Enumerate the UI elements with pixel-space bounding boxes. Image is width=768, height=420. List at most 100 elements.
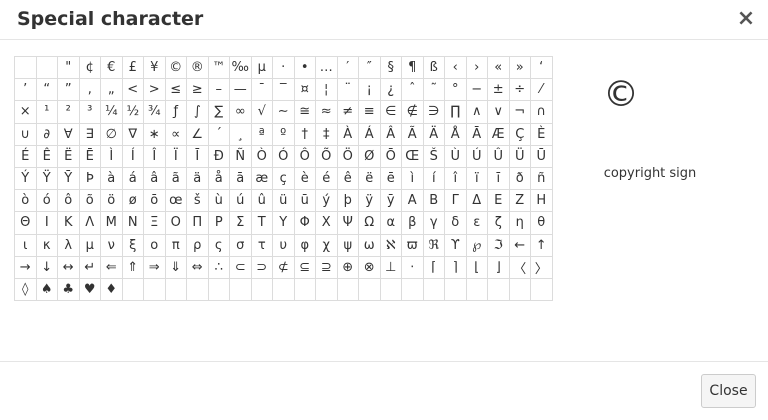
character-cell[interactable]: ψ (336, 233, 359, 257)
character-cell[interactable]: Î (143, 144, 166, 168)
character-cell[interactable]: Ó (272, 144, 295, 168)
character-cell[interactable]: Œ (401, 144, 424, 168)
character-cell[interactable]: ⌉ (444, 255, 467, 279)
character-cell[interactable]: γ (422, 211, 445, 235)
character-cell[interactable]: ℘ (465, 233, 488, 257)
character-cell[interactable]: ∞ (229, 100, 252, 124)
character-cell[interactable]: Ā (465, 122, 488, 146)
character-cell[interactable]: 〉 (530, 255, 553, 279)
character-cell[interactable]: „ (100, 78, 123, 102)
character-cell[interactable]: τ (250, 233, 273, 257)
character-cell[interactable]: £ (121, 55, 144, 80)
character-cell[interactable]: ⋅ (401, 255, 424, 279)
character-cell[interactable]: µ (250, 55, 273, 80)
character-cell[interactable]: ō (143, 189, 166, 213)
character-cell[interactable]: × (14, 100, 37, 124)
character-cell[interactable]: ª (250, 122, 273, 146)
character-cell[interactable]: √ (250, 100, 273, 124)
character-cell[interactable]: λ (57, 233, 80, 257)
character-cell[interactable]: ς (207, 233, 230, 257)
character-cell[interactable]: ∇ (121, 122, 144, 146)
character-cell[interactable]: ∩ (530, 100, 553, 124)
character-cell[interactable]: Ē (78, 144, 101, 168)
character-cell[interactable]: Δ (465, 189, 488, 213)
character-cell[interactable]: Ç (508, 122, 531, 146)
character-cell[interactable]: Ȳ (57, 166, 80, 191)
character-cell[interactable]: à (100, 166, 123, 191)
character-cell[interactable]: · (272, 55, 295, 80)
character-cell[interactable]: ⊃ (250, 255, 273, 279)
character-cell[interactable]: ∑ (207, 100, 230, 124)
character-cell[interactable]: ¦ (315, 78, 338, 102)
character-cell[interactable]: 〈 (508, 255, 531, 279)
character-cell[interactable]: Â (379, 122, 402, 146)
character-cell[interactable]: ≈ (315, 100, 338, 124)
character-cell[interactable]: Ο (164, 211, 187, 235)
character-cell[interactable]: ∈ (379, 100, 402, 124)
character-cell[interactable]: æ (250, 166, 273, 191)
character-cell[interactable]: ¶ (401, 55, 424, 80)
character-cell[interactable]: ∅ (100, 122, 123, 146)
character-cell[interactable]: ‹ (444, 55, 467, 80)
character-cell[interactable]: ↵ (78, 255, 101, 279)
character-cell[interactable]: á (121, 166, 144, 191)
character-cell[interactable]: ξ (121, 233, 144, 257)
character-cell[interactable]: ó (35, 189, 58, 213)
character-cell[interactable]: ¹ (35, 100, 58, 124)
character-cell[interactable]: Θ (14, 211, 37, 235)
character-cell[interactable]: ϒ (444, 233, 467, 257)
character-cell[interactable]: ι (14, 233, 37, 257)
character-cell[interactable]: Π (186, 211, 209, 235)
character-cell[interactable]: – (207, 78, 230, 102)
character-cell[interactable]: ∠ (186, 122, 209, 146)
character-cell[interactable]: Υ (272, 211, 295, 235)
character-cell[interactable]: ⊕ (336, 255, 359, 279)
character-cell[interactable]: õ (78, 189, 101, 213)
character-cell[interactable]: δ (444, 211, 467, 235)
character-cell[interactable]: Ã (401, 122, 424, 146)
character-cell[interactable]: ∉ (401, 100, 424, 124)
character-cell[interactable]: Þ (78, 166, 101, 191)
character-cell[interactable]: Ë (57, 144, 80, 168)
character-cell[interactable]: Ζ (508, 189, 531, 213)
character-cell[interactable]: ñ (530, 166, 553, 191)
character-cell[interactable]: ë (358, 166, 381, 191)
character-cell[interactable]: û (250, 189, 273, 213)
character-cell[interactable]: φ (293, 233, 316, 257)
character-cell[interactable]: ← (508, 233, 531, 257)
character-cell[interactable]: ⊥ (379, 255, 402, 279)
character-cell[interactable]: ε (465, 211, 488, 235)
character-cell[interactable]: — (229, 78, 252, 102)
character-cell[interactable]: Μ (100, 211, 123, 235)
character-cell[interactable]: ¥ (143, 55, 166, 80)
character-cell[interactable]: Κ (57, 211, 80, 235)
character-cell[interactable]: ′ (336, 55, 359, 80)
character-cell[interactable]: Ñ (229, 144, 252, 168)
character-cell[interactable]: À (336, 122, 359, 146)
character-cell[interactable]: ā (229, 166, 252, 191)
character-cell[interactable]: ú (229, 189, 252, 213)
character-cell[interactable]: η (508, 211, 531, 235)
character-cell[interactable]: ™ (207, 55, 230, 80)
character-cell[interactable]: ì (401, 166, 424, 191)
character-cell[interactable]: Ö (336, 144, 359, 168)
character-cell[interactable]: ‚ (78, 78, 101, 102)
character-cell[interactable]: ⇔ (186, 255, 209, 279)
character-cell[interactable]: ″ (358, 55, 381, 80)
character-cell[interactable]: θ (530, 211, 553, 235)
character-cell[interactable]: ⇓ (164, 255, 187, 279)
character-cell[interactable]: ϖ (401, 233, 424, 257)
character-cell[interactable]: ´ (207, 122, 230, 146)
character-cell[interactable]: ¤ (293, 78, 316, 102)
character-cell[interactable]: Ÿ (35, 166, 58, 191)
character-cell[interactable]: ± (487, 78, 510, 102)
character-cell[interactable]: ò (14, 189, 37, 213)
character-cell[interactable]: • (293, 55, 316, 80)
character-cell[interactable]: ƒ (164, 100, 187, 124)
character-cell[interactable]: ø (121, 189, 144, 213)
character-cell[interactable]: ≠ (336, 100, 359, 124)
character-cell[interactable]: Ê (35, 144, 58, 168)
character-cell[interactable]: ζ (487, 211, 510, 235)
character-cell[interactable]: ³ (78, 100, 101, 124)
character-cell[interactable]: ç (272, 166, 295, 191)
